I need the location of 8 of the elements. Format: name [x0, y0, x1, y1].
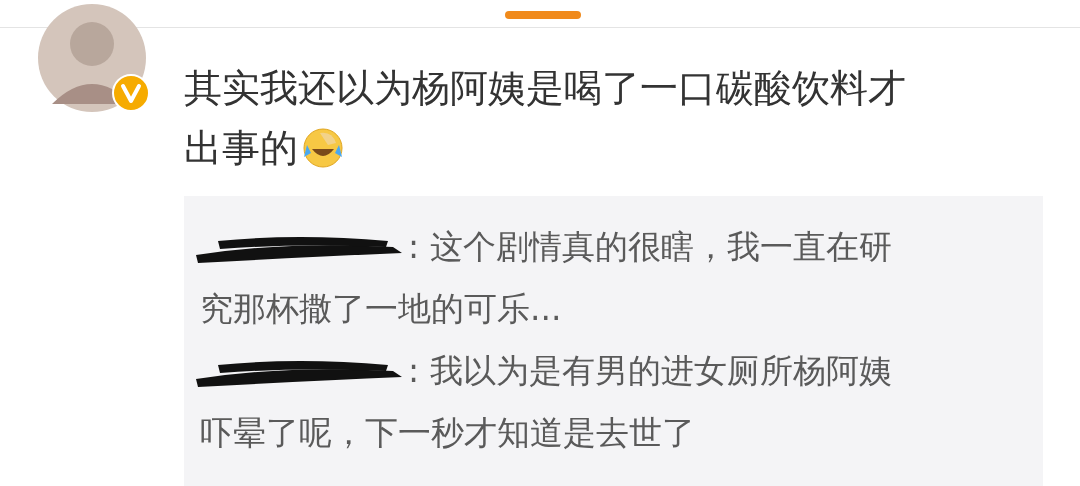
comment-text: 其实我还以为杨阿姨是喝了一口碳酸饮料才 — [184, 65, 906, 112]
reply-text: 吓晕了呢，下一秒才知道是去世了 — [200, 412, 695, 454]
reply-text: : 这个剧情真的很瞎，我一直在研 — [408, 226, 892, 268]
reply-text: 究那杯撒了一地的可乐... — [200, 288, 562, 330]
avatar[interactable] — [38, 4, 146, 112]
laughing-crying-emoji-icon — [302, 127, 344, 169]
comment-text: 出事的 — [184, 125, 298, 172]
reply-text: : 我以为是有男的进女厕所杨阿姨 — [408, 350, 892, 392]
